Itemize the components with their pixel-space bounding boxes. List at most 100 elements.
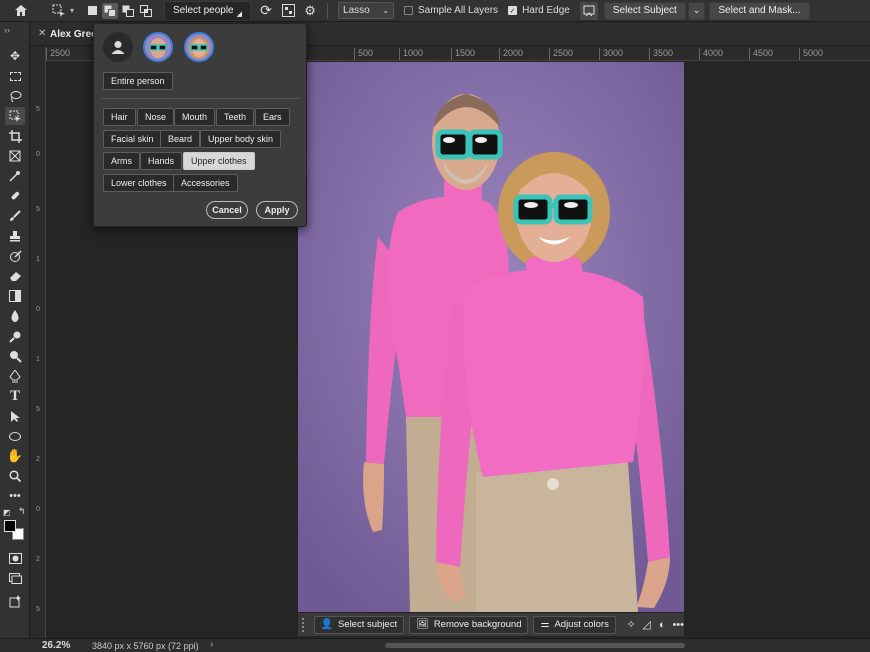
part-beard-button[interactable]: Beard	[160, 130, 201, 148]
apply-button[interactable]: Apply	[256, 201, 298, 219]
person-thumbnail-man[interactable]	[143, 32, 173, 62]
all-people-icon[interactable]	[103, 32, 133, 62]
gear-icon[interactable]: ⚙	[301, 2, 319, 20]
sunglasses-man	[435, 129, 503, 160]
collapse-panel-icon[interactable]: ››	[4, 25, 10, 35]
gradient-tool-icon[interactable]	[5, 287, 25, 305]
part-hair-button[interactable]: Hair	[103, 108, 136, 126]
ruler-tick: 5	[36, 406, 40, 413]
select-and-mask-button[interactable]: Select and Mask...	[709, 1, 810, 20]
more-tools-icon[interactable]: •••	[5, 487, 25, 505]
crop-tool-icon[interactable]	[5, 127, 25, 145]
pen-tool-icon[interactable]	[5, 367, 25, 385]
horizontal-scrollbar[interactable]	[385, 643, 685, 648]
ruler-tick: 1	[36, 356, 40, 363]
separator	[327, 2, 329, 19]
part-hands-button[interactable]: Hands	[140, 152, 183, 170]
part-accessories-button[interactable]: Accessories	[173, 174, 238, 192]
adjust-colors-button[interactable]: ⚌ Adjust colors	[533, 615, 616, 634]
add-to-selection-icon[interactable]	[102, 2, 119, 19]
object-finder-icon[interactable]	[579, 1, 598, 20]
home-icon[interactable]	[12, 2, 30, 20]
brush-tool-icon[interactable]	[5, 207, 25, 225]
select-subject-button[interactable]: Select Subject	[603, 1, 686, 20]
move-tool-icon[interactable]: ✥	[5, 47, 25, 65]
lasso-mode-dropdown[interactable]: Lasso ⌄	[338, 2, 395, 19]
ruler-tick: 0	[36, 306, 40, 313]
ellipse-tool-icon[interactable]	[5, 427, 25, 445]
object-selection-tool-preset-icon[interactable]	[50, 2, 68, 20]
hard-edge-label: Hard Edge	[522, 5, 570, 16]
path-selection-tool-icon[interactable]	[5, 407, 25, 425]
marquee-tool-icon[interactable]	[5, 67, 25, 85]
person-thumbnail-woman[interactable]	[184, 32, 214, 62]
part-arms-button[interactable]: Arms	[103, 152, 140, 170]
hard-edge-checkbox[interactable]: ✓	[508, 6, 518, 15]
chevron-down-icon: ⌄	[382, 6, 390, 15]
part-upper-body-skin-button[interactable]: Upper body skin	[200, 130, 282, 148]
sample-all-layers-label: Sample All Layers	[418, 5, 499, 16]
ruler-label: 500	[354, 48, 373, 60]
part-mouth-button[interactable]: Mouth	[174, 108, 216, 126]
hand-tool-icon[interactable]: ✋	[5, 447, 25, 465]
part-teeth-button[interactable]: Teeth	[216, 108, 255, 126]
generative-icon[interactable]	[5, 592, 25, 610]
subtract-from-selection-icon[interactable]	[120, 3, 136, 19]
eyedropper-tool-icon[interactable]	[5, 167, 25, 185]
options-bar: ▾ Select people ◢ ⟳ ⚙ Lasso ⌄ Sample All…	[0, 0, 870, 22]
ruler-label: 1500	[451, 48, 475, 60]
more-options-icon[interactable]: •••	[672, 619, 684, 631]
select-and-mask-label: Select and Mask...	[718, 5, 801, 16]
new-selection-icon[interactable]	[84, 3, 100, 19]
contrast-icon[interactable]: ◐	[657, 619, 668, 631]
frame-tool-icon[interactable]	[5, 147, 25, 165]
document-canvas[interactable]	[298, 62, 684, 612]
type-tool-icon[interactable]: T	[5, 387, 25, 405]
select-subject-button[interactable]: 👤 Select subject	[313, 615, 405, 634]
ruler-label: 4500	[749, 48, 773, 60]
part-nose-button[interactable]: Nose	[137, 108, 175, 126]
dodge-tool-icon[interactable]	[5, 327, 25, 345]
lasso-tool-icon[interactable]	[5, 87, 25, 105]
part-lower-clothes-button[interactable]: Lower clothes	[103, 174, 175, 192]
intersect-selection-icon[interactable]	[138, 3, 154, 19]
sample-all-layers-checkbox[interactable]	[404, 6, 414, 15]
entire-person-button[interactable]: Entire person	[103, 72, 173, 90]
chevron-down-icon[interactable]: ▾	[70, 6, 74, 15]
clone-stamp-tool-icon[interactable]	[5, 227, 25, 245]
refresh-icon[interactable]: ⟳	[257, 2, 275, 20]
ruler-tick: 0	[36, 506, 40, 513]
remove-background-button[interactable]: 🖼 Remove background	[409, 615, 529, 634]
transform-icon[interactable]: ◿	[641, 618, 652, 631]
swap-colors-icon[interactable]: ↰	[18, 506, 26, 517]
chevron-right-icon[interactable]: ›	[210, 639, 213, 650]
drag-handle[interactable]	[302, 617, 306, 632]
blur-tool-icon[interactable]	[5, 307, 25, 325]
history-brush-tool-icon[interactable]	[5, 247, 25, 265]
select-people-button[interactable]: Select people ◢	[164, 0, 252, 21]
ruler-label: 2000	[499, 48, 523, 60]
ruler-tick: 5	[36, 206, 40, 213]
smudge-tool-icon[interactable]	[5, 347, 25, 365]
close-tab-icon[interactable]: ✕	[38, 28, 46, 39]
part-facial-skin-button[interactable]: Facial skin	[103, 130, 162, 148]
chevron-down-icon: ⌄	[692, 5, 701, 15]
screen-mode-icon[interactable]	[5, 569, 25, 587]
ruler-tick: 5	[36, 106, 40, 113]
zoom-level[interactable]: 26.2%	[42, 640, 70, 651]
quick-mask-icon[interactable]	[5, 549, 25, 567]
sample-mode-icon[interactable]	[279, 2, 297, 20]
healing-brush-tool-icon[interactable]	[5, 187, 25, 205]
object-selection-tool-icon[interactable]	[5, 107, 25, 125]
sparkle-icon[interactable]: ✧	[626, 618, 637, 631]
document-tab-title[interactable]: Alex Gree	[50, 29, 97, 40]
select-subject-dropdown[interactable]: ⌄	[687, 1, 706, 20]
eraser-tool-icon[interactable]	[5, 267, 25, 285]
zoom-tool-icon[interactable]	[5, 467, 25, 485]
part-ears-button[interactable]: Ears	[255, 108, 290, 126]
foreground-color-swatch[interactable]	[4, 520, 16, 532]
ruler-tick: 1	[36, 256, 40, 263]
default-colors-icon[interactable]: ◩	[3, 508, 11, 517]
cancel-button[interactable]: Cancel	[206, 201, 248, 219]
part-upper-clothes-button[interactable]: Upper clothes	[183, 152, 255, 170]
